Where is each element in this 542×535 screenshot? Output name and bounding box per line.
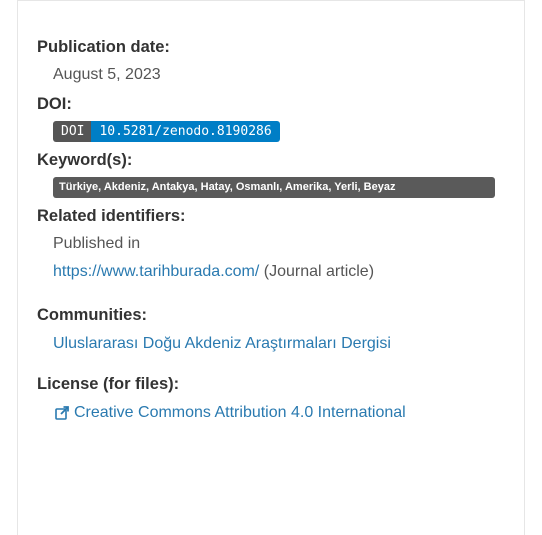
license-link[interactable]: Creative Commons Attribution 4.0 Interna… [74, 403, 406, 423]
metadata-panel: Publication date: August 5, 2023 DOI: DO… [17, 0, 525, 535]
metadata-content: Publication date: August 5, 2023 DOI: DO… [37, 37, 507, 423]
related-identifier-row: https://www.tarihburada.com/ (Journal ar… [53, 262, 507, 282]
communities-row: Uluslararası Doğu Akdeniz Araştırmaları … [53, 334, 507, 354]
license-heading: License (for files): [37, 375, 180, 393]
publication-date-heading: Publication date: [37, 38, 170, 56]
publication-date-value: August 5, 2023 [53, 66, 161, 83]
doi-badge-value: 10.5281/zenodo.8190286 [91, 121, 280, 142]
related-prefix: Published in [53, 235, 141, 252]
external-link-icon [55, 406, 69, 420]
keywords-heading: Keyword(s): [37, 151, 133, 169]
doi-heading: DOI: [37, 95, 72, 113]
keywords-badge: Türkiye, Akdeniz, Antakya, Hatay, Osmanl… [53, 177, 495, 198]
related-identifier-link[interactable]: https://www.tarihburada.com/ [53, 263, 259, 280]
doi-badge-label: DOI [53, 121, 92, 142]
related-identifier-type: (Journal article) [263, 263, 375, 280]
license-row: Creative Commons Attribution 4.0 Interna… [53, 403, 507, 423]
community-link[interactable]: Uluslararası Doğu Akdeniz Araştırmaları … [53, 335, 391, 352]
related-identifiers-heading: Related identifiers: [37, 207, 186, 225]
doi-badge[interactable]: DOI 10.5281/zenodo.8190286 [53, 121, 280, 142]
communities-heading: Communities: [37, 306, 148, 324]
